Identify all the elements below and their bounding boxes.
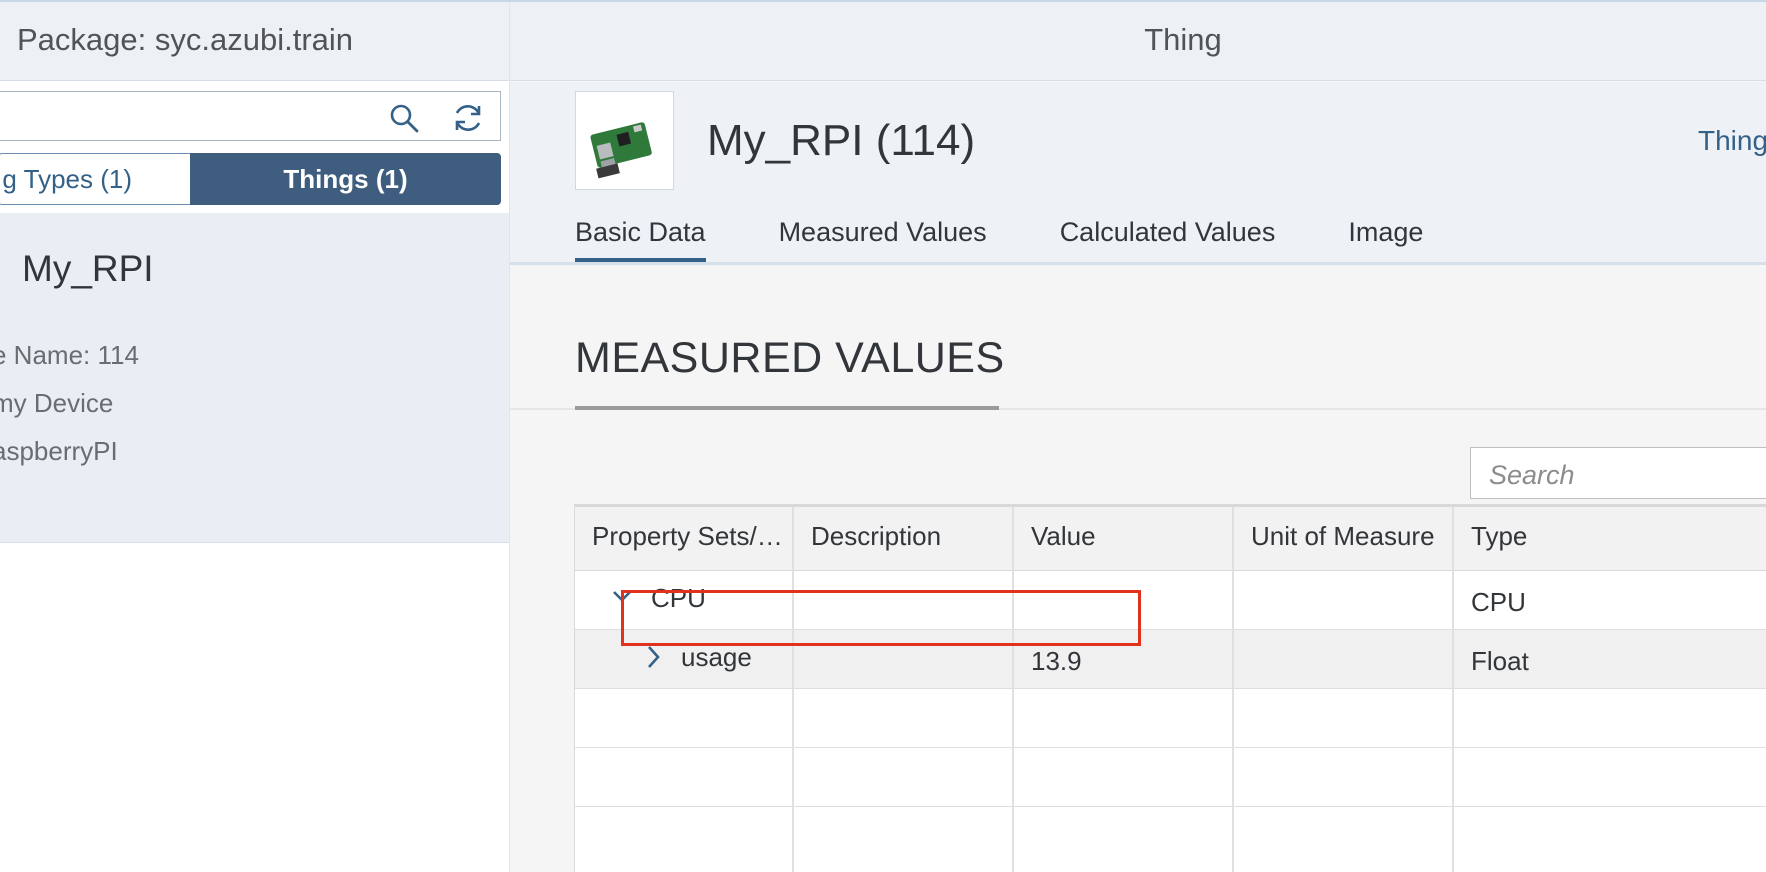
master-pane: Package: syc.azubi.train g Types (1) Thi… — [0, 2, 510, 872]
thing-type-link[interactable]: Thing — [1698, 125, 1766, 157]
tab-calculated-values[interactable]: Calculated Values — [1060, 208, 1276, 262]
tab-basic-data[interactable]: Basic Data — [575, 208, 706, 262]
column-divider — [1232, 507, 1234, 872]
detail-header: Thing — [510, 2, 1766, 81]
list-item-attribute: e Name: 114 — [0, 340, 139, 370]
row-value: 13.9 — [1031, 646, 1082, 676]
table-row — [575, 689, 1766, 748]
chevron-right-icon[interactable] — [641, 643, 665, 676]
column-header-description[interactable]: Description — [811, 521, 941, 552]
package-title: Package: syc.azubi.train — [17, 22, 354, 57]
segment-thing-types[interactable]: g Types (1) — [0, 153, 190, 205]
tab-measured-values[interactable]: Measured Values — [779, 208, 987, 262]
table-row — [575, 748, 1766, 807]
detail-pane: Thing My_RPI (114) Thing Basic Data Meas… — [510, 2, 1766, 872]
column-divider — [1012, 507, 1014, 872]
object-title: My_RPI (114) — [707, 116, 976, 165]
measured-values-table: Property Sets/… Description Value Unit o… — [574, 504, 1766, 872]
object-header: My_RPI (114) Thing Basic Data Measured V… — [510, 82, 1766, 265]
column-header-property-sets[interactable]: Property Sets/… — [592, 521, 788, 552]
section-title-underline — [575, 406, 999, 410]
thing-image — [575, 91, 674, 190]
refresh-icon[interactable] — [446, 97, 490, 139]
list-item-attribute: my Device — [0, 388, 114, 418]
segment-things[interactable]: Things (1) — [190, 153, 501, 205]
column-header-value[interactable]: Value — [1031, 521, 1096, 552]
column-header-type[interactable]: Type — [1471, 521, 1527, 552]
tab-bar: Basic Data Measured Values Calculated Va… — [575, 208, 1496, 262]
row-name: usage — [681, 642, 752, 672]
section-title: MEASURED VALUES — [575, 334, 1005, 382]
list-item-title: My_RPI — [22, 248, 154, 289]
search-icon[interactable] — [382, 97, 426, 139]
highlight-annotation-box — [621, 590, 1141, 646]
column-divider — [792, 507, 794, 872]
detail-title: Thing — [1144, 22, 1222, 57]
thing-list-item[interactable]: My_RPI e Name: 114 my Device aspberryPI — [0, 213, 509, 543]
row-type: CPU — [1471, 587, 1526, 617]
search-placeholder: Search — [1489, 460, 1575, 490]
list-item-attribute: aspberryPI — [0, 436, 118, 466]
master-header: Package: syc.azubi.train — [0, 2, 509, 81]
tab-image[interactable]: Image — [1348, 208, 1423, 262]
column-header-unit[interactable]: Unit of Measure — [1251, 521, 1435, 552]
segmented-button: g Types (1) Things (1) — [0, 153, 501, 205]
column-divider — [1452, 507, 1454, 872]
row-type: Float — [1471, 646, 1529, 676]
table-search-input[interactable]: Search — [1470, 447, 1766, 499]
content-area: MEASURED VALUES Search Property Sets/… D… — [510, 268, 1766, 872]
